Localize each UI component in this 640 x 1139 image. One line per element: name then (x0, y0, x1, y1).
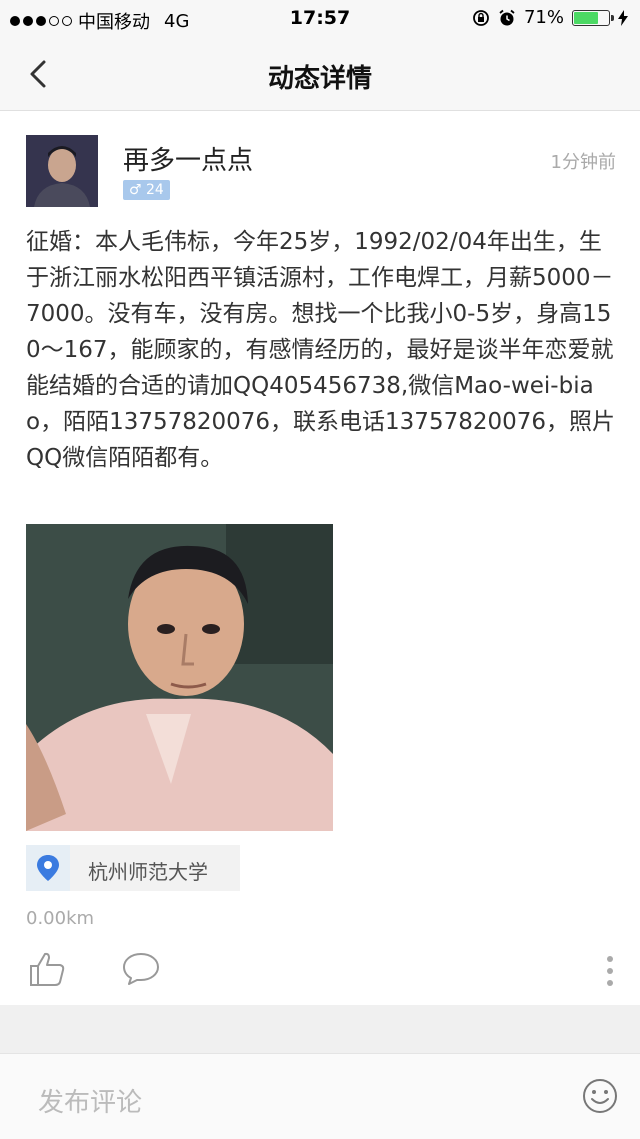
status-bar: 中国移动 4G 17:57 71% (0, 0, 640, 38)
section-divider (0, 1005, 640, 1053)
post-time: 1分钟前 (550, 152, 616, 173)
avatar[interactable] (26, 135, 98, 207)
comment-bubble-icon (123, 953, 159, 985)
comment-button[interactable] (122, 952, 160, 986)
distance-label: 0.00km (26, 908, 95, 929)
smiley-icon (583, 1079, 617, 1113)
location-tag[interactable]: 杭州师范大学 (26, 845, 240, 891)
rotation-lock-icon (473, 9, 489, 26)
thumbs-up-icon (30, 952, 65, 986)
more-vertical-icon (607, 956, 613, 986)
battery-icon (572, 9, 614, 26)
avatar-photo (26, 135, 98, 207)
status-icons: 71% (472, 7, 628, 28)
username[interactable]: 再多一点点 (123, 140, 253, 177)
emoji-button[interactable] (582, 1078, 618, 1114)
alarm-icon (499, 9, 515, 25)
post-photo[interactable] (26, 524, 333, 831)
like-button[interactable] (28, 950, 66, 988)
post-content: 征婚：本人毛伟标，今年25岁，1992/02/04年出生，生于浙江丽水松阳西平镇… (26, 229, 616, 471)
gender-age-badge: ♂ 24 (123, 180, 170, 200)
location-icon-box (26, 845, 70, 891)
navigation-bar: 动态详情 (0, 38, 640, 111)
comment-bar: 发布评论 (0, 1053, 640, 1139)
battery-percent: 71% (523, 7, 564, 28)
page-title: 动态详情 (267, 64, 372, 94)
charging-bolt-icon (618, 9, 628, 26)
comment-input[interactable]: 发布评论 (38, 1082, 142, 1119)
more-options-button[interactable] (600, 955, 620, 987)
battery-level (574, 11, 599, 24)
post-photo-image (26, 524, 333, 831)
location-pin-icon (37, 855, 59, 881)
location-name: 杭州师范大学 (88, 860, 208, 884)
